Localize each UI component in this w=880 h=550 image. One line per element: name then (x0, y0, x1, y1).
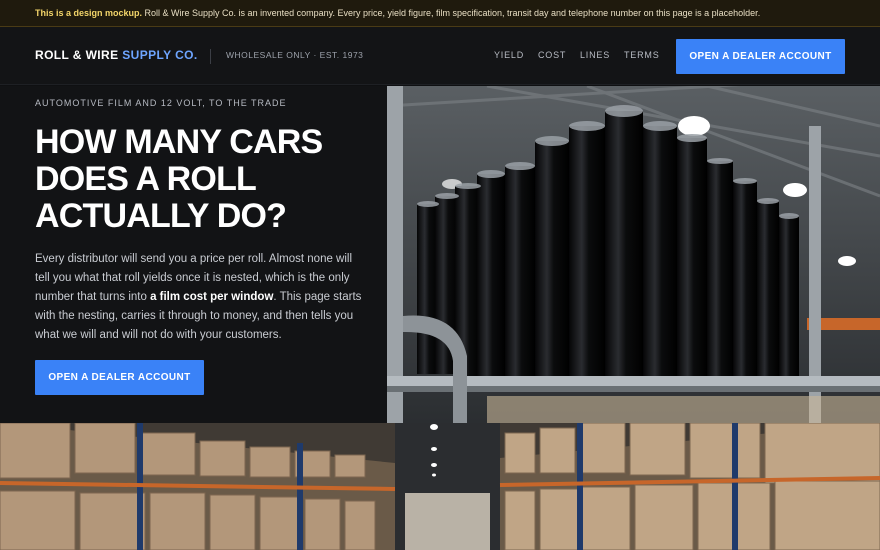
site-header: ROLL & WIRE SUPPLY CO. WHOLESALE ONLY · … (0, 27, 880, 85)
nav-link-terms[interactable]: TERMS (624, 50, 660, 60)
nav-link-lines[interactable]: LINES (580, 50, 610, 60)
hero-eyebrow: AUTOMOTIVE FILM AND 12 VOLT, TO THE TRAD… (35, 98, 287, 108)
lede-emphasis: a film cost per window (150, 291, 274, 303)
nav-link-cost[interactable]: COST (538, 50, 566, 60)
brand-logo[interactable]: ROLL & WIRE SUPPLY CO. (35, 48, 198, 62)
disclaimer-text: Roll & Wire Supply Co. is an invented co… (142, 8, 761, 18)
hero-section: AUTOMOTIVE FILM AND 12 VOLT, TO THE TRAD… (0, 86, 880, 423)
nav-link-yield[interactable]: YIELD (494, 50, 524, 60)
header-divider (210, 49, 211, 64)
hero-open-dealer-account-button[interactable]: OPEN A DEALER ACCOUNT (35, 360, 204, 395)
brand-tagline: WHOLESALE ONLY · EST. 1973 (226, 50, 364, 60)
hero-headline: HOW MANY CARS DOES A ROLL ACTUALLY DO? (35, 123, 323, 235)
film-rolls-illustration (387, 86, 880, 423)
warehouse-aisle-photo (0, 423, 880, 550)
hero-lede: Every distributor will send you a price … (35, 250, 365, 345)
mockup-disclaimer-banner: This is a design mockup. Roll & Wire Sup… (0, 0, 880, 27)
film-rolls-rack-photo (387, 86, 880, 423)
brand-name-accent: SUPPLY CO. (122, 48, 198, 62)
disclaimer-lead: This is a design mockup. (35, 8, 143, 18)
header-open-dealer-account-button[interactable]: OPEN A DEALER ACCOUNT (676, 39, 845, 74)
brand-name: ROLL & WIRE (35, 48, 123, 62)
warehouse-aisle-illustration (0, 423, 880, 550)
